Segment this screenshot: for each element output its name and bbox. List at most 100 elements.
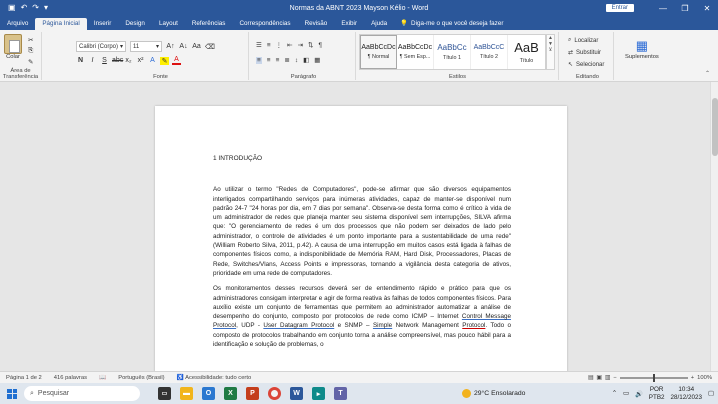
font-color-icon[interactable]: A: [172, 56, 181, 65]
grow-font-icon[interactable]: A↑: [166, 43, 175, 50]
font-size-combo[interactable]: 11 ▾: [130, 41, 162, 52]
paste-button[interactable]: Colar: [4, 34, 22, 60]
maximize-button[interactable]: ❐: [674, 4, 696, 13]
chrome-icon[interactable]: [268, 387, 281, 400]
tab-ajuda[interactable]: Ajuda: [364, 20, 394, 30]
accessibility-status[interactable]: ♿ Acessibilidade: tudo certo: [171, 375, 258, 381]
close-button[interactable]: ✕: [696, 4, 718, 13]
tell-me-box[interactable]: 💡 Diga-me o que você deseja fazer: [394, 19, 509, 30]
tab-inserir[interactable]: Inserir: [87, 20, 119, 30]
tab-revisao[interactable]: Revisão: [298, 20, 335, 30]
task-view-icon[interactable]: ▭: [158, 387, 171, 400]
sort-icon[interactable]: ⇅: [308, 41, 313, 49]
customize-icon[interactable]: ▾: [44, 4, 48, 12]
cut-icon[interactable]: ✂: [28, 36, 33, 44]
line-spacing-icon[interactable]: ↕: [295, 57, 298, 64]
start-button[interactable]: [0, 388, 24, 399]
scrollbar-thumb[interactable]: [712, 98, 718, 156]
document-body[interactable]: 1 INTRODUÇÃO Ao utilizar o termo "Redes …: [213, 154, 511, 355]
replace-button[interactable]: ⇄ Substituir: [568, 49, 601, 57]
clock[interactable]: 10:34 28/12/2023: [671, 386, 703, 401]
system-tray: ⌃ ▭ 🔊 POR PTB2 10:34 28/12/2023 ▢: [612, 386, 714, 401]
notifications-icon[interactable]: ▢: [708, 390, 714, 397]
clear-formatting-icon[interactable]: ⌫: [205, 43, 215, 51]
tab-exibir[interactable]: Exibir: [334, 20, 364, 30]
font-name-value: Calibri (Corpo): [79, 43, 119, 50]
paragraph-2-text: Network Management: [392, 322, 463, 330]
zoom-in-icon[interactable]: +: [691, 375, 694, 381]
teams-icon[interactable]: T: [334, 387, 347, 400]
highlight-icon[interactable]: ✎: [160, 56, 169, 65]
volume-icon[interactable]: 🔊: [635, 390, 643, 398]
borders-icon[interactable]: ▦: [314, 56, 320, 64]
status-bar: Página 1 de 2 416 palavras 📖 Português (…: [0, 371, 718, 383]
select-button[interactable]: ↖ Selecionar: [568, 61, 604, 69]
tab-arquivo[interactable]: Arquivo: [0, 20, 35, 30]
excel-icon[interactable]: X: [224, 387, 237, 400]
redo-icon[interactable]: ↷: [32, 4, 39, 12]
increase-indent-icon[interactable]: ⇥: [298, 41, 303, 49]
file-explorer-icon[interactable]: ▬: [180, 387, 193, 400]
shading-icon[interactable]: ◧: [303, 56, 309, 64]
zoom-level[interactable]: 100%: [697, 375, 712, 381]
show-marks-icon[interactable]: ¶: [318, 42, 322, 49]
tab-pagina-inicial[interactable]: Página Inicial: [35, 18, 87, 30]
bold-icon[interactable]: N: [76, 57, 85, 64]
font-combos: Calibri (Corpo) ▾ 11 ▾ A↑ A↓ Aa ⌫: [76, 41, 215, 52]
weather-widget[interactable]: 29°C Ensolarado: [462, 389, 525, 398]
font-name-combo[interactable]: Calibri (Corpo) ▾: [76, 41, 126, 52]
save-icon[interactable]: ▣: [8, 4, 16, 12]
collapse-ribbon-icon[interactable]: ⌃: [705, 70, 710, 77]
tab-correspondencias[interactable]: Correspondências: [232, 20, 297, 30]
multilevel-list-icon[interactable]: ⋮: [276, 41, 283, 49]
word-count[interactable]: 416 palavras: [48, 375, 93, 381]
taskbar-search[interactable]: ⌕ Pesquisar: [24, 386, 140, 401]
paragraph-2: Os monitoramentos desses recursos deverá…: [213, 284, 511, 349]
signin-button[interactable]: Entrar: [605, 4, 634, 12]
bullets-icon[interactable]: ☰: [256, 41, 262, 49]
change-case-icon[interactable]: Aa: [192, 43, 201, 50]
decrease-indent-icon[interactable]: ⇤: [287, 41, 292, 49]
language[interactable]: Português (Brasil): [112, 375, 170, 381]
format-painter-icon[interactable]: ✎: [28, 58, 33, 66]
app-icon[interactable]: ▸: [312, 387, 325, 400]
powerpoint-icon[interactable]: P: [246, 387, 259, 400]
supplements-button[interactable]: ▦ Suplementos: [625, 38, 659, 60]
quick-access-toolbar: ▣ ↶ ↷ ▾: [0, 4, 110, 12]
tab-layout[interactable]: Layout: [152, 20, 185, 30]
zoom-slider[interactable]: [619, 373, 688, 382]
minimize-button[interactable]: —: [652, 4, 674, 13]
proofing-icon[interactable]: 📖: [93, 375, 112, 381]
page-count[interactable]: Página 1 de 2: [0, 375, 48, 381]
word-icon[interactable]: W: [290, 387, 303, 400]
text-effects-icon[interactable]: A: [148, 57, 157, 64]
outlook-icon[interactable]: O: [202, 387, 215, 400]
find-button[interactable]: ⌕ Localizar: [568, 37, 598, 44]
tab-referencias[interactable]: Referências: [185, 20, 233, 30]
paste-label: Colar: [6, 54, 20, 60]
italic-icon[interactable]: I: [88, 57, 97, 64]
numbering-icon[interactable]: ≡: [267, 42, 271, 49]
document-page[interactable]: 1 INTRODUÇÃO Ao utilizar o termo "Redes …: [155, 106, 567, 371]
copy-icon[interactable]: ⎘: [28, 47, 33, 55]
vertical-scrollbar[interactable]: [710, 82, 718, 371]
subscript-icon[interactable]: x₂: [124, 57, 133, 64]
web-layout-icon[interactable]: ▥: [605, 375, 610, 381]
network-icon[interactable]: ▭: [623, 390, 629, 397]
strikethrough-icon[interactable]: abc: [112, 57, 123, 64]
chevron-up-icon[interactable]: ⌃: [612, 390, 617, 397]
input-language[interactable]: POR PTB2: [649, 386, 665, 401]
read-mode-icon[interactable]: ▤: [588, 375, 593, 381]
zoom-out-icon[interactable]: −: [613, 375, 616, 381]
superscript-icon[interactable]: x²: [136, 57, 145, 64]
print-layout-icon[interactable]: ▣: [596, 375, 601, 381]
shrink-font-icon[interactable]: A↓: [179, 43, 188, 50]
align-left-icon[interactable]: ≡: [256, 56, 262, 64]
align-center-icon[interactable]: ≡: [267, 57, 271, 64]
underline-icon[interactable]: S: [100, 57, 109, 64]
tab-design[interactable]: Design: [118, 20, 152, 30]
justify-icon[interactable]: ≣: [284, 56, 289, 64]
paste-icon: [4, 34, 22, 54]
align-right-icon[interactable]: ≡: [276, 57, 280, 64]
undo-icon[interactable]: ↶: [21, 4, 28, 12]
